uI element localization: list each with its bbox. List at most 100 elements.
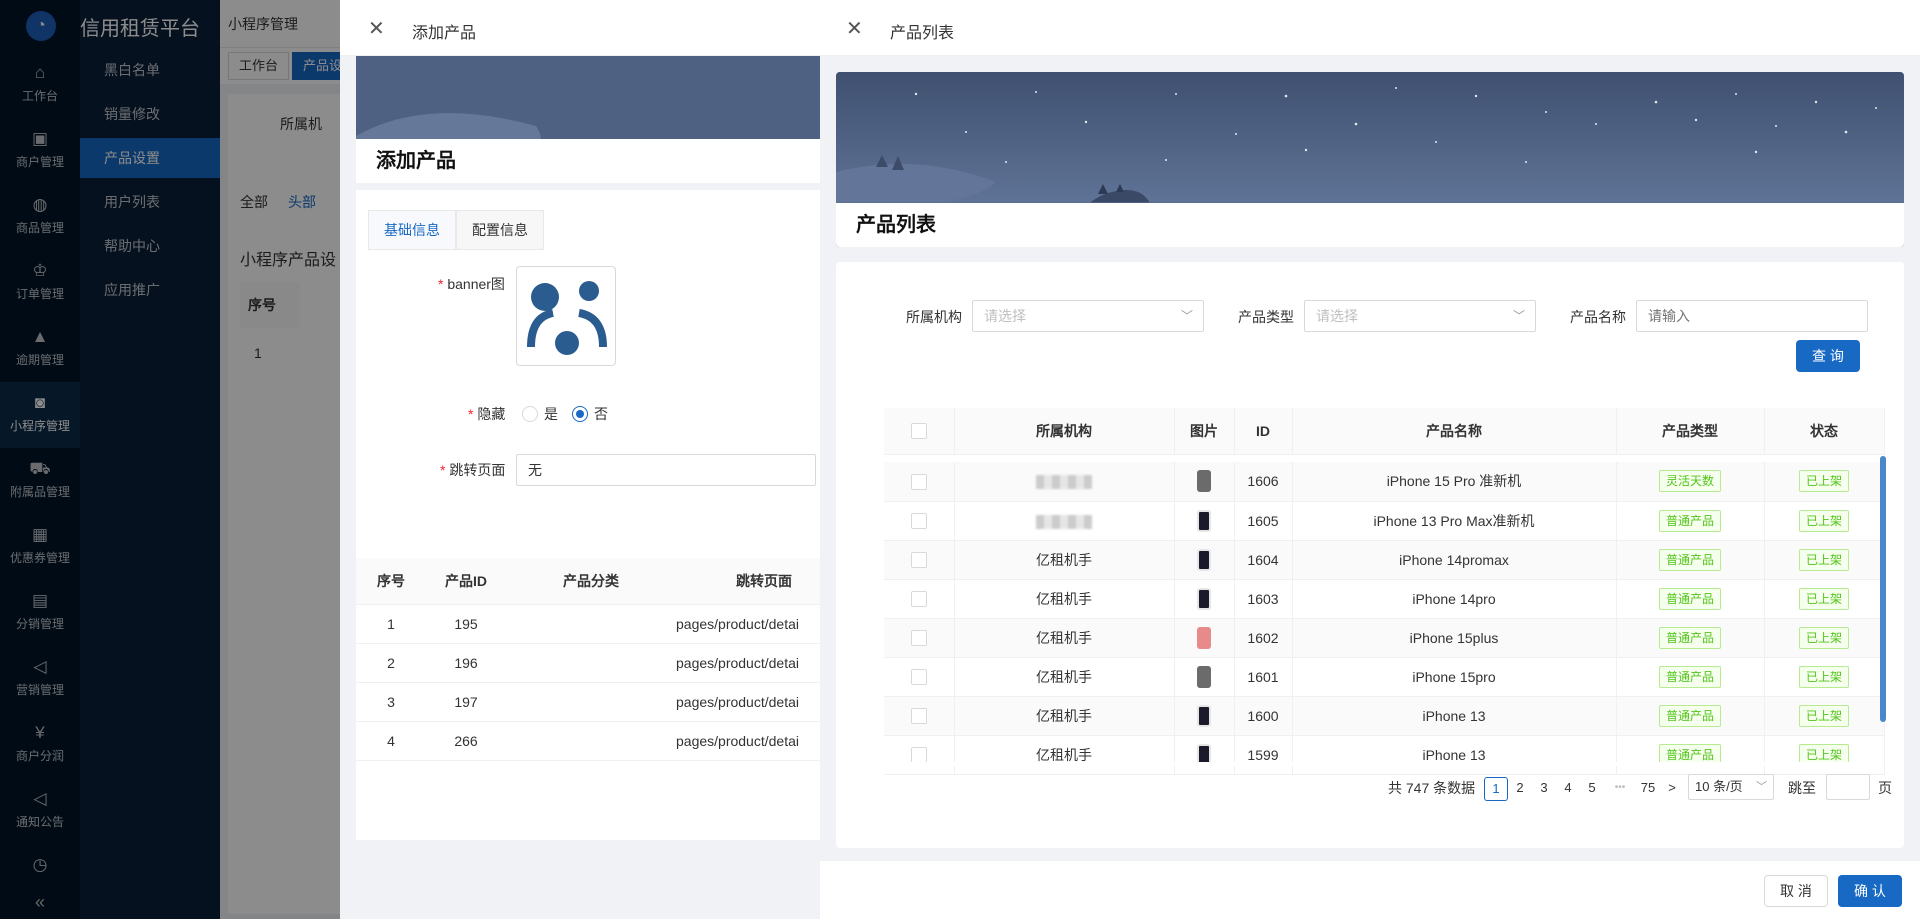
col-org: 所属机构 — [954, 408, 1175, 455]
chevron-down-icon: ﹀ — [1180, 309, 1193, 323]
table-row[interactable]: 亿租机手 1603 iPhone 14pro 普通产品 已上架 — [884, 579, 1885, 619]
cell-page: pages/product/detai — [676, 643, 826, 683]
cell-name: iPhone 15 Pro 准新机 — [1292, 462, 1617, 502]
radio-yes[interactable] — [522, 406, 538, 422]
cell-org: 亿租机手 — [954, 618, 1175, 658]
col-id: ID — [1234, 408, 1293, 455]
org-select-placeholder: 请选择 — [984, 308, 1026, 324]
cell-image — [1174, 462, 1235, 502]
cell-status: 已上架 — [1764, 618, 1885, 658]
drawer-footer: 取 消 确 认 — [820, 860, 1920, 919]
page-4[interactable]: 4 — [1556, 777, 1580, 801]
product-list-page-title: 产品列表 — [836, 203, 1904, 247]
cell-org: 亿租机手 — [954, 735, 1175, 775]
cell-id: 266 — [426, 721, 506, 761]
row-checkbox[interactable] — [910, 591, 927, 608]
status-badge: 已上架 — [1798, 665, 1849, 688]
org-select[interactable]: 请选择 ﹀ — [972, 300, 1204, 332]
chevron-down-icon: ﹀ — [1512, 309, 1525, 323]
row-checkbox[interactable] — [910, 747, 927, 764]
product-list-card: 所属机构 请选择 ﹀ 产品类型 请选择 ﹀ 产品名称 查 询 所属机构 图片 ID … — [836, 262, 1904, 848]
page-ellipsis[interactable]: ••• — [1608, 777, 1632, 801]
cell-status: 已上架 — [1764, 657, 1885, 697]
product-thumbnail — [1197, 665, 1211, 688]
row-checkbox[interactable] — [910, 473, 927, 490]
col-product-name: 产品名称 — [1292, 408, 1617, 455]
page-size-select[interactable]: 10 条/页 ﹀ — [1688, 774, 1774, 800]
row-checkbox-cell — [884, 540, 955, 580]
add-product-table: 序号 产品ID 产品分类 跳转页面 1 195 pages/product/deta… — [356, 558, 826, 761]
table-row[interactable]: 亿租机手 1599 iPhone 13 普通产品 已上架 — [884, 735, 1885, 775]
table-header-row: 序号 产品ID 产品分类 跳转页面 — [356, 558, 826, 605]
cell-category — [506, 721, 676, 761]
row-checkbox[interactable] — [910, 669, 927, 686]
jump-label: * 跳转页面 — [440, 462, 506, 478]
page-5[interactable]: 5 — [1580, 777, 1604, 801]
tab-config-info[interactable]: 配置信息 — [456, 210, 544, 250]
row-checkbox-cell — [884, 657, 955, 697]
table-row: 3 197 pages/product/detai — [356, 682, 826, 722]
close-icon[interactable]: ✕ — [368, 16, 385, 41]
select-all-checkbox[interactable] — [910, 423, 927, 440]
table-row[interactable]: 1606 iPhone 15 Pro 准新机 灵活天数 已上架 — [884, 462, 1885, 502]
status-badge: 已上架 — [1798, 509, 1849, 532]
product-table: 所属机构 图片 ID 产品名称 产品类型 状态 1606 iPhone 15 Pr… — [884, 408, 1885, 775]
type-tag: 普通产品 — [1658, 587, 1721, 610]
status-badge: 已上架 — [1798, 704, 1849, 727]
page-last[interactable]: 75 — [1636, 777, 1660, 801]
cell-no: 3 — [356, 682, 426, 722]
blurred-org — [1036, 475, 1092, 490]
type-select[interactable]: 请选择 ﹀ — [1304, 300, 1536, 332]
page-3[interactable]: 3 — [1532, 777, 1556, 801]
page-2[interactable]: 2 — [1508, 777, 1532, 801]
blurred-org — [1036, 514, 1092, 529]
cell-name: iPhone 14promax — [1292, 540, 1617, 580]
tab-basic-info[interactable]: 基础信息 — [368, 210, 456, 250]
search-button[interactable]: 查 询 — [1796, 340, 1860, 372]
table-row[interactable]: 亿租机手 1601 iPhone 15pro 普通产品 已上架 — [884, 657, 1885, 697]
radio-no-label: 否 — [594, 406, 608, 422]
table-scrollbar[interactable] — [1880, 456, 1886, 722]
radio-no[interactable] — [572, 406, 588, 422]
cell-id: 1602 — [1234, 618, 1293, 658]
row-checkbox[interactable] — [910, 552, 927, 569]
close-icon[interactable]: ✕ — [846, 16, 863, 41]
cancel-button[interactable]: 取 消 — [1764, 875, 1828, 907]
product-thumbnail — [1197, 548, 1211, 571]
product-list-banner: 产品列表 — [836, 72, 1904, 247]
jump-page-input[interactable] — [1826, 774, 1870, 800]
product-name-input[interactable] — [1636, 300, 1868, 332]
cell-type: 普通产品 — [1616, 657, 1765, 697]
type-filter-label: 产品类型 — [1238, 309, 1294, 325]
status-badge: 已上架 — [1798, 587, 1849, 610]
cell-image — [1174, 579, 1235, 619]
cell-image — [1174, 501, 1235, 541]
cell-name: iPhone 15plus — [1292, 618, 1617, 658]
row-checkbox[interactable] — [910, 513, 927, 530]
cell-type: 灵活天数 — [1616, 462, 1765, 502]
cell-type: 普通产品 — [1616, 579, 1765, 619]
row-checkbox[interactable] — [910, 630, 927, 647]
jump-to-label: 跳至 — [1788, 780, 1816, 796]
cell-image — [1174, 618, 1235, 658]
cell-name: iPhone 13 Pro Max准新机 — [1292, 501, 1617, 541]
page-1[interactable]: 1 — [1484, 777, 1508, 801]
jump-page-select[interactable]: 无 — [516, 454, 816, 486]
table-row[interactable]: 亿租机手 1604 iPhone 14promax 普通产品 已上架 — [884, 540, 1885, 580]
cell-image — [1174, 735, 1235, 775]
cell-page: pages/product/detai — [676, 604, 826, 644]
row-checkbox-cell — [884, 696, 955, 736]
cell-org — [954, 462, 1175, 502]
type-tag: 普通产品 — [1658, 665, 1721, 688]
table-row[interactable]: 1605 iPhone 13 Pro Max准新机 普通产品 已上架 — [884, 501, 1885, 541]
select-all-header — [884, 408, 955, 455]
cell-type: 普通产品 — [1616, 501, 1765, 541]
row-checkbox[interactable] — [910, 708, 927, 725]
confirm-button[interactable]: 确 认 — [1838, 875, 1902, 907]
cell-image — [1174, 540, 1235, 580]
table-row[interactable]: 亿租机手 1602 iPhone 15plus 普通产品 已上架 — [884, 618, 1885, 658]
banner-upload[interactable] — [516, 266, 616, 366]
cell-org: 亿租机手 — [954, 540, 1175, 580]
table-row[interactable]: 亿租机手 1600 iPhone 13 普通产品 已上架 — [884, 696, 1885, 736]
next-page-icon[interactable]: > — [1660, 777, 1684, 801]
